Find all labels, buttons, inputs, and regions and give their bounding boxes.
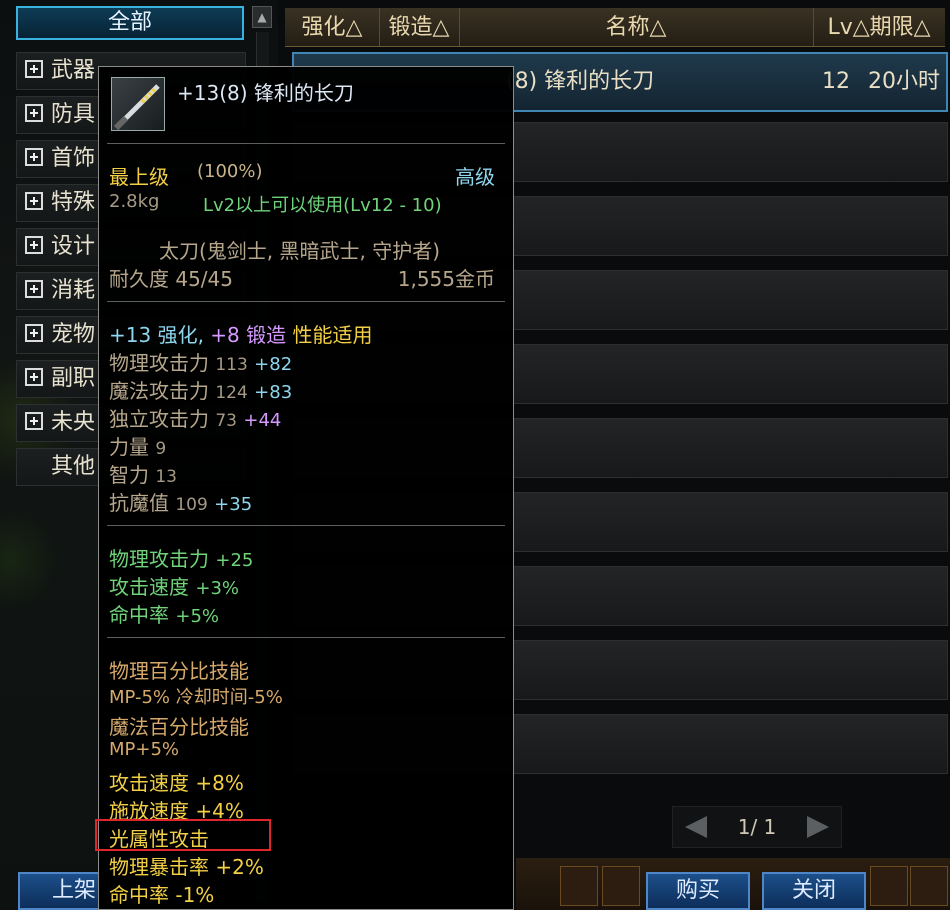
forge-word: 锻造 <box>246 323 287 347</box>
header-enhance[interactable]: 强化△ <box>285 8 380 46</box>
stat-bonus: +44 <box>243 410 282 431</box>
stat-magic-attack: 魔法攻击力 124 +83 <box>109 375 292 404</box>
category-label: 未央 <box>51 410 96 435</box>
stat-strength: 力量 9 <box>109 431 166 460</box>
stat-label: 魔法攻击力 <box>109 379 209 403</box>
quick-slot[interactable] <box>870 866 908 906</box>
bonus-value: +5% <box>175 606 219 627</box>
durability: 耐久度 45/45 <box>109 267 233 291</box>
forge-value: +8 <box>210 323 240 347</box>
plus-box-icon <box>25 148 43 166</box>
divider <box>107 525 505 526</box>
bonus-value: +25 <box>215 550 254 571</box>
stat-label: 抗魔值 <box>109 491 169 515</box>
performance-label: 性能适用 <box>292 323 373 347</box>
pagination: 1/ 1 <box>672 806 842 848</box>
bonus-attack-speed: 攻击速度 +3% <box>109 571 239 600</box>
stat-bonus: +83 <box>254 382 293 403</box>
stat-physical-attack: 物理攻击力 113 +82 <box>109 347 292 376</box>
stat-label: 智力 <box>109 463 149 487</box>
katana-icon <box>111 77 165 131</box>
item-grade: 最上级 <box>109 165 169 189</box>
stat-magic-resist: 抗魔值 109 +35 <box>109 487 252 516</box>
plus-box-icon <box>25 368 43 386</box>
enhance-value: +13 <box>109 323 152 347</box>
header-name[interactable]: 名称△ <box>459 8 814 46</box>
stat-independent-attack: 独立攻击力 73 +44 <box>109 403 281 432</box>
highlight-box <box>95 819 271 851</box>
stat-label: 力量 <box>109 435 149 459</box>
category-label: 防具 <box>51 102 96 127</box>
header-forge[interactable]: 锻造△ <box>379 8 460 46</box>
plus-box-icon <box>25 412 43 430</box>
row-item-period: 20小时 <box>868 69 940 94</box>
quick-slot[interactable] <box>602 866 640 906</box>
item-tooltip: +13(8) 锋利的长刀 最上级 (100%) 高级 2.8kg Lv2以上可以… <box>95 66 514 910</box>
triangle-right-icon[interactable] <box>807 816 829 838</box>
item-price: 1,555金币 <box>397 267 495 291</box>
extra-line: 物理暴击率 +2% <box>109 855 264 879</box>
plus-box-icon <box>25 324 43 342</box>
row-item-level: 12 <box>822 69 850 94</box>
quick-slot[interactable] <box>910 866 948 906</box>
item-rarity: 高级 <box>455 165 495 189</box>
stat-base: 124 <box>215 383 248 403</box>
category-label: 副职 <box>51 366 96 391</box>
enhance-word: 强化, <box>157 323 204 347</box>
enhance-line: +13 强化, +8 锻造 性能适用 <box>109 319 373 348</box>
bonus-label: 物理攻击力 <box>109 547 209 571</box>
extra-line: 命中率 -1% <box>109 883 215 907</box>
item-type: 太刀(鬼剑士, 黑暗武士, 守护者) <box>159 239 441 263</box>
stat-label: 独立攻击力 <box>109 407 209 431</box>
bonus-label: 攻击速度 <box>109 575 189 599</box>
buy-button[interactable]: 购买 <box>646 872 750 910</box>
plus-box-icon <box>25 60 43 78</box>
close-button[interactable]: 关闭 <box>762 872 866 910</box>
extra-line: 魔法百分比技能 <box>109 715 249 739</box>
stat-base: 9 <box>155 439 167 459</box>
item-weight: 2.8kg <box>109 191 160 212</box>
quick-slot[interactable] <box>560 866 598 906</box>
extra-line: MP-5% 冷却时间-5% <box>109 687 283 708</box>
item-title: +13(8) 锋利的长刀 <box>177 81 354 105</box>
plus-box-icon <box>25 192 43 210</box>
category-label: 消耗 <box>51 278 96 303</box>
bonus-label: 命中率 <box>109 603 169 627</box>
stat-base: 113 <box>215 355 248 375</box>
divider <box>107 143 505 144</box>
category-label: 首饰 <box>51 146 96 171</box>
header-lv-period[interactable]: Lv△期限△ <box>813 8 945 46</box>
stat-base: 73 <box>215 411 237 431</box>
extra-line: 物理百分比技能 <box>109 659 249 683</box>
stat-base: 109 <box>175 495 208 515</box>
divider <box>107 301 505 302</box>
extra-line: MP+5% <box>109 739 180 760</box>
level-requirement: Lv2以上可以使用(Lv12 - 10) <box>203 195 442 216</box>
divider <box>107 637 505 638</box>
stat-intelligence: 智力 13 <box>109 459 177 488</box>
stat-bonus: +35 <box>214 494 253 515</box>
bonus-physical-attack: 物理攻击力 +25 <box>109 543 253 572</box>
plus-box-icon <box>25 104 43 122</box>
extra-line: 攻击速度 +8% <box>109 771 244 795</box>
category-label: 设计 <box>51 234 96 259</box>
bonus-hit-rate: 命中率 +5% <box>109 599 219 628</box>
stat-label: 物理攻击力 <box>109 351 209 375</box>
category-label: 武器 <box>51 58 96 83</box>
category-all-tab[interactable]: 全部 <box>16 6 244 40</box>
list-item-button[interactable]: 上架 <box>18 872 100 910</box>
table-header: 强化△ 锻造△ 名称△ Lv△期限△ <box>285 8 945 47</box>
scroll-up-button[interactable]: ▲ <box>252 6 272 28</box>
category-label: 特殊 <box>51 190 96 215</box>
plus-box-icon <box>25 236 43 254</box>
row-item-name: (8) 锋利的长刀 <box>506 69 655 94</box>
grade-percent: (100%) <box>197 161 263 182</box>
plus-box-icon <box>25 280 43 298</box>
category-label: 宠物 <box>51 322 96 347</box>
stat-bonus: +82 <box>254 354 293 375</box>
stat-base: 13 <box>155 467 177 487</box>
bonus-value: +3% <box>195 578 239 599</box>
